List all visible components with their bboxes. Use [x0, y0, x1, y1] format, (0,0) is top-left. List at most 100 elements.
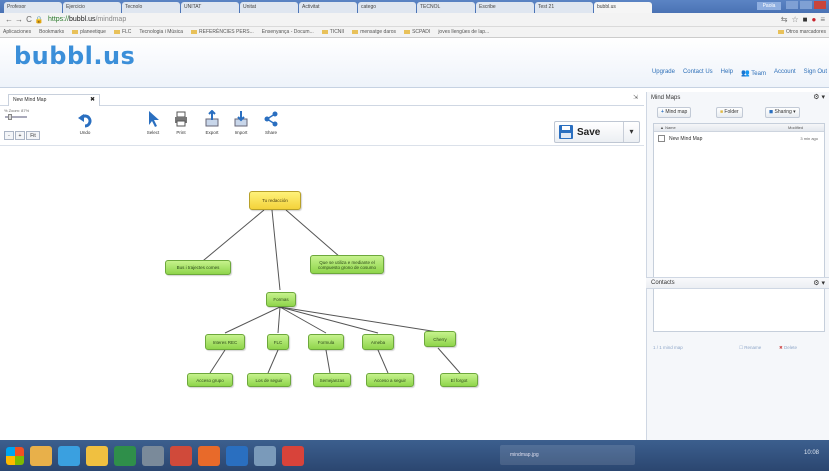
new-folder-button[interactable]: ■ Folder — [716, 107, 743, 118]
browser-tab[interactable]: catego — [358, 2, 416, 13]
undo-icon — [78, 114, 92, 128]
chrome-taskbar-icon[interactable] — [170, 445, 192, 466]
collapse-editor-icon[interactable]: ⇲ — [633, 94, 638, 101]
new-mindmap-button[interactable]: + Mind map — [657, 107, 692, 118]
explorer-taskbar-icon[interactable] — [30, 445, 52, 466]
mindmap-node[interactable]: Formula — [308, 334, 344, 350]
maximize-button[interactable] — [800, 1, 812, 9]
extension-icon[interactable]: ■ — [803, 15, 808, 24]
contacts-settings-icon[interactable]: ⚙ ▾ — [813, 279, 825, 287]
browser-tab[interactable]: TECNOL — [417, 2, 475, 13]
mindmap-node[interactable]: FLC — [267, 334, 289, 350]
mindmap-node[interactable]: Bus i trajectes comes — [165, 260, 231, 275]
mindmap-node[interactable]: Formas — [266, 292, 296, 307]
url-field[interactable]: https://bubbl.us/mindmap — [48, 16, 126, 23]
mindmap-node[interactable]: Ameba — [362, 334, 394, 350]
taskbar-window-item[interactable]: mindmap.jpg — [500, 445, 635, 465]
team-link[interactable]: 👥 Team — [741, 69, 766, 77]
folder-taskbar-icon[interactable] — [86, 445, 108, 466]
ie-taskbar-icon[interactable] — [58, 445, 80, 466]
name-column-header[interactable]: ▲ Name — [660, 125, 676, 130]
translate-icon[interactable]: ⇆ — [781, 15, 788, 24]
browser-tab[interactable]: Tecnolo — [122, 2, 180, 13]
upgrade-link[interactable]: Upgrade — [652, 69, 675, 77]
system-tray-clock[interactable]: 10:08 — [804, 450, 819, 456]
browser-tab[interactable]: UNITAT — [181, 2, 239, 13]
zoom-slider-handle[interactable] — [8, 114, 12, 120]
bookmark-item[interactable]: Tecnologia i Música — [139, 29, 183, 35]
mindmap-node[interactable]: El forgot — [440, 373, 478, 387]
browser-tab[interactable]: Escribe — [476, 2, 534, 13]
zoom-in-button[interactable]: + — [15, 131, 25, 140]
zoom-fit-button[interactable]: Fit — [26, 131, 40, 140]
save-dropdown-button[interactable]: ▾ — [623, 122, 639, 142]
contacts-panel-header[interactable]: Contacts ⚙ ▾ — [646, 277, 829, 289]
browser-tab-active[interactable]: bubbl.us — [594, 2, 652, 13]
bookmark-item[interactable]: planeetique — [72, 29, 106, 35]
browser-tab[interactable]: Unitat — [240, 2, 298, 13]
mindmap-node[interactable]: Interes REC — [205, 334, 245, 350]
menu-icon[interactable]: ≡ — [820, 15, 825, 24]
browser-user-badge[interactable]: Paola — [757, 2, 781, 10]
mindmap-node[interactable]: Acceso a seguir — [366, 373, 414, 387]
help-link[interactable]: Help — [721, 69, 733, 77]
bookmark-item[interactable]: Aplicaciones — [3, 29, 31, 35]
bookmark-item[interactable]: SCPADI — [404, 29, 430, 35]
contact-link[interactable]: Contact Us — [683, 69, 713, 77]
bookmark-star-icon[interactable]: ☆ — [791, 15, 798, 24]
start-button[interactable] — [6, 446, 24, 465]
browser-tab[interactable]: Profesor — [4, 2, 62, 13]
bookmark-item[interactable]: Bookmarks — [39, 29, 64, 35]
undo-button[interactable]: Undo — [78, 110, 92, 135]
reload-icon[interactable]: C — [24, 15, 34, 24]
back-arrow-icon[interactable]: ← — [4, 15, 14, 24]
panel-settings-icon[interactable]: ⚙ ▾ — [813, 93, 825, 101]
account-link[interactable]: Account — [774, 69, 796, 77]
word-taskbar-icon[interactable] — [226, 445, 248, 466]
select-button[interactable]: Select — [146, 110, 160, 135]
export-button[interactable]: Export — [205, 110, 219, 135]
app-taskbar-icon[interactable] — [142, 445, 164, 466]
save-button[interactable]: Save ▾ — [554, 121, 640, 143]
app-taskbar-icon[interactable] — [254, 445, 276, 466]
mindmap-node[interactable]: Los de seguir — [247, 373, 291, 387]
connector-line — [325, 349, 331, 374]
bookmark-item[interactable]: TICNII — [322, 29, 344, 35]
sharing-button[interactable]: ◼ Sharing ▾ — [765, 107, 800, 118]
close-window-button[interactable] — [814, 1, 826, 9]
zoom-out-button[interactable]: - — [4, 131, 14, 140]
browser-taskbar-icon[interactable] — [282, 445, 304, 466]
delete-button[interactable]: ✖ Delete — [779, 345, 797, 351]
mindmap-canvas[interactable]: Tu redacción Bus i trajectes comes Que s… — [0, 147, 644, 440]
tab-new-mind-map[interactable]: New Mind Map ✖ — [8, 94, 100, 106]
mindmap-node[interactable]: Cherry — [424, 331, 456, 347]
file-checkbox[interactable] — [658, 135, 665, 142]
browser-tab[interactable]: Activitat — [299, 2, 357, 13]
bookmark-other[interactable]: Otros marcadores — [778, 29, 826, 35]
browser-tab[interactable]: Ejercicio — [63, 2, 121, 13]
modified-column-header[interactable]: Modified — [788, 125, 803, 130]
bookmark-item[interactable]: Ensenyança - Docum... — [262, 29, 314, 35]
mindmap-root-node[interactable]: Tu redacción — [249, 191, 301, 210]
mindmap-node[interactable]: Que se utiliza e mediante el compuesto g… — [310, 255, 384, 274]
bubblus-logo[interactable]: bubbl.us — [14, 42, 135, 70]
rename-button[interactable]: ☐ Rename — [739, 345, 761, 351]
share-button[interactable]: Share — [264, 110, 278, 135]
close-tab-icon[interactable]: ✖ — [90, 95, 95, 106]
signout-link[interactable]: Sign Out — [804, 69, 827, 77]
excel-taskbar-icon[interactable] — [114, 445, 136, 466]
powerpoint-taskbar-icon[interactable] — [198, 445, 220, 466]
print-button[interactable]: Print — [174, 110, 188, 135]
bookmark-item[interactable]: REFERÈNCIES PERS... — [191, 29, 254, 35]
bookmark-item[interactable]: joves llengües de lap... — [438, 29, 489, 35]
forward-arrow-icon[interactable]: → — [14, 15, 24, 24]
bookmark-item[interactable]: mensatge daros — [352, 29, 396, 35]
browser-tab[interactable]: Test 21 — [535, 2, 593, 13]
minimize-button[interactable] — [786, 1, 798, 9]
mindmap-node[interactable]: Acceso grupo — [187, 373, 233, 387]
bookmark-item[interactable]: FLC — [114, 29, 131, 35]
mindmap-node[interactable]: Semejanzas — [313, 373, 351, 387]
pinterest-icon[interactable]: ● — [811, 15, 816, 24]
import-button[interactable]: Import — [234, 110, 248, 135]
list-item[interactable]: New Mind Map 3 min ago — [654, 134, 824, 144]
